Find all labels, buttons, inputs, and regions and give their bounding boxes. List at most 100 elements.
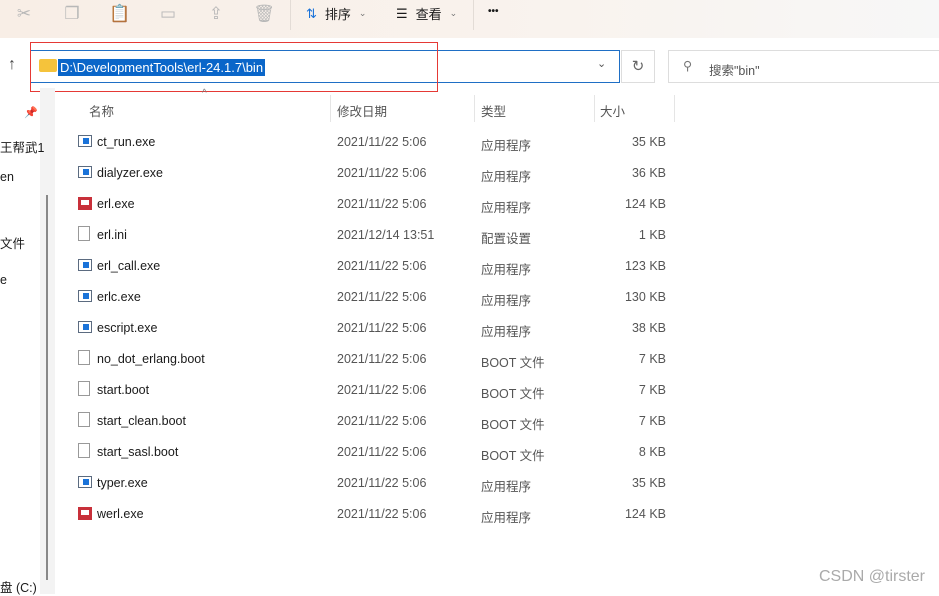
file-type: 应用程序 — [481, 294, 532, 308]
file-size: 1 KB — [638, 228, 666, 242]
file-row[interactable]: werl.exe 2021/11/22 5:06 应用程序 124 KB — [70, 500, 670, 528]
address-dropdown-icon[interactable]: ⌄ — [597, 57, 606, 70]
sidebar-item[interactable]: e — [0, 273, 7, 287]
file-size: 38 KB — [631, 321, 666, 335]
file-type: 应用程序 — [481, 511, 532, 525]
view-icon: ☰ — [396, 5, 408, 21]
file-size: 124 KB — [624, 507, 666, 521]
paste-icon[interactable]: 📋 — [109, 4, 131, 26]
boot-file-icon — [78, 443, 90, 458]
file-type: BOOT 文件 — [481, 356, 545, 370]
sort-button[interactable]: ⇅ 排序 ⌄ — [306, 4, 366, 23]
divider — [330, 95, 331, 122]
search-placeholder: 搜索"bin" — [709, 64, 760, 78]
file-date: 2021/11/22 5:06 — [337, 166, 427, 180]
exe-file-icon — [78, 259, 92, 271]
sidebar-item[interactable]: 王帮武1 — [0, 137, 44, 156]
file-name: werl.exe — [97, 507, 144, 521]
file-date: 2021/11/22 5:06 — [337, 321, 427, 335]
view-button[interactable]: ☰ 查看 ⌄ — [396, 4, 457, 23]
pin-icon[interactable]: 📌 — [24, 106, 38, 119]
file-name: start_clean.boot — [97, 414, 186, 428]
file-size: 130 KB — [624, 290, 666, 304]
divider — [290, 0, 291, 30]
sort-icon: ⇅ — [306, 5, 317, 21]
delete-icon[interactable]: 🗑 — [253, 4, 275, 26]
search-icon: ⚲ — [683, 59, 693, 73]
file-type: 应用程序 — [481, 170, 532, 184]
file-row[interactable]: dialyzer.exe 2021/11/22 5:06 应用程序 36 KB — [70, 159, 670, 187]
search-input[interactable]: ⚲ 搜索"bin" — [668, 50, 939, 83]
file-row[interactable]: escript.exe 2021/11/22 5:06 应用程序 38 KB — [70, 314, 670, 342]
file-row[interactable]: erl.ini 2021/12/14 13:51 配置设置 1 KB — [70, 221, 670, 249]
file-type: BOOT 文件 — [481, 449, 545, 463]
copy-icon[interactable]: ❐ — [61, 4, 83, 26]
column-header-name[interactable]: 名称 — [89, 101, 114, 120]
column-header-size[interactable]: 大小 — [600, 101, 625, 120]
divider — [674, 95, 675, 122]
file-type: BOOT 文件 — [481, 387, 545, 401]
chevron-down-icon: ⌄ — [449, 8, 458, 18]
exe-file-icon — [78, 135, 92, 147]
boot-file-icon — [78, 412, 90, 427]
more-button[interactable]: ••• — [488, 6, 499, 17]
cut-icon[interactable]: ✂ — [13, 4, 35, 26]
file-size: 123 KB — [624, 259, 666, 273]
file-size: 8 KB — [638, 445, 666, 459]
file-type: 应用程序 — [481, 480, 532, 494]
watermark: CSDN @tirster — [818, 568, 925, 585]
file-date: 2021/11/22 5:06 — [337, 352, 427, 366]
command-bar: ✂ ❐ 📋 ▭ ⇪ 🗑 ⇅ 排序 ⌄ ☰ 查看 ⌄ ••• — [0, 0, 939, 38]
file-row[interactable]: start_sasl.boot 2021/11/22 5:06 BOOT 文件 … — [70, 438, 670, 466]
divider — [474, 95, 475, 122]
up-arrow-icon[interactable]: ↑ — [8, 56, 16, 74]
highlight-box — [30, 42, 438, 92]
column-header-date[interactable]: 修改日期 — [337, 101, 387, 120]
boot-file-icon — [78, 381, 90, 396]
column-header-type[interactable]: 类型 — [481, 101, 506, 120]
file-type: 应用程序 — [481, 201, 532, 215]
file-row[interactable]: typer.exe 2021/11/22 5:06 应用程序 35 KB — [70, 469, 670, 497]
sidebar-item[interactable]: 文件 — [0, 233, 25, 252]
divider — [473, 0, 474, 30]
exe-file-icon — [78, 166, 92, 178]
file-date: 2021/12/14 13:51 — [337, 228, 435, 242]
file-size: 7 KB — [638, 414, 666, 428]
file-name: no_dot_erlang.boot — [97, 352, 205, 366]
file-type: 应用程序 — [481, 139, 532, 153]
file-name: typer.exe — [97, 476, 148, 490]
file-row[interactable]: ct_run.exe 2021/11/22 5:06 应用程序 35 KB — [70, 128, 670, 156]
file-date: 2021/11/22 5:06 — [337, 507, 427, 521]
file-date: 2021/11/22 5:06 — [337, 383, 427, 397]
file-name: start_sasl.boot — [97, 445, 179, 459]
file-type: BOOT 文件 — [481, 418, 545, 432]
file-row[interactable]: erl_call.exe 2021/11/22 5:06 应用程序 123 KB — [70, 252, 670, 280]
exe-file-icon — [78, 476, 92, 488]
file-size: 7 KB — [638, 383, 666, 397]
file-date: 2021/11/22 5:06 — [337, 197, 427, 211]
file-row[interactable]: erlc.exe 2021/11/22 5:06 应用程序 130 KB — [70, 283, 670, 311]
file-name: dialyzer.exe — [97, 166, 164, 180]
exe-file-icon — [78, 321, 92, 333]
chevron-down-icon: ⌄ — [358, 8, 367, 18]
sidebar-item[interactable]: 盘 (C:) — [0, 577, 37, 596]
refresh-button[interactable]: ↻ — [621, 50, 655, 83]
file-row[interactable]: erl.exe 2021/11/22 5:06 应用程序 124 KB — [70, 190, 670, 218]
sidebar-item[interactable]: en — [0, 170, 14, 184]
file-date: 2021/11/22 5:06 — [337, 259, 427, 273]
file-name: erl_call.exe — [97, 259, 161, 273]
file-row[interactable]: start.boot 2021/11/22 5:06 BOOT 文件 7 KB — [70, 376, 670, 404]
file-row[interactable]: start_clean.boot 2021/11/22 5:06 BOOT 文件… — [70, 407, 670, 435]
share-icon[interactable]: ⇪ — [205, 4, 227, 26]
file-row[interactable]: no_dot_erlang.boot 2021/11/22 5:06 BOOT … — [70, 345, 670, 373]
file-size: 7 KB — [638, 352, 666, 366]
file-size: 35 KB — [631, 135, 666, 149]
rename-icon[interactable]: ▭ — [157, 4, 179, 26]
sort-label: 排序 — [324, 7, 351, 22]
file-name: erl.ini — [97, 228, 127, 242]
file-date: 2021/11/22 5:06 — [337, 445, 427, 459]
divider — [594, 95, 595, 122]
sidebar-scrollbar-thumb[interactable] — [46, 195, 48, 580]
file-date: 2021/11/22 5:06 — [337, 290, 427, 304]
file-name: escript.exe — [97, 321, 158, 335]
